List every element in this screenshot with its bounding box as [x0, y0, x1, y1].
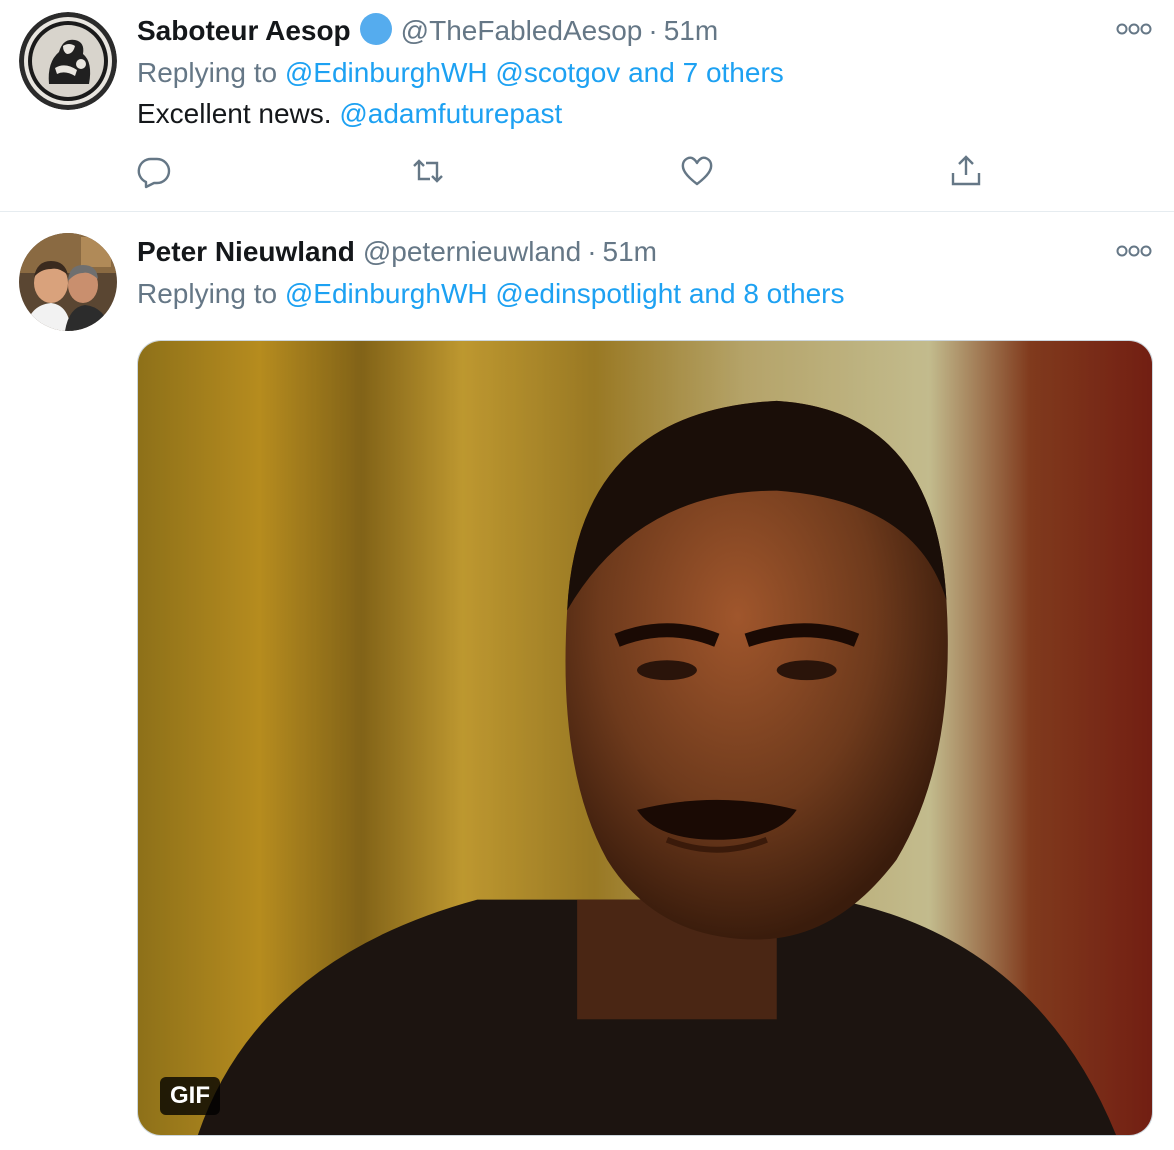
replying-to: Replying to @EdinburghWH @scotgov and 7 …: [137, 55, 784, 91]
retweet-icon[interactable]: [410, 153, 446, 189]
gif-badge: GIF: [160, 1077, 220, 1115]
reply-icon[interactable]: [136, 153, 172, 189]
timestamp[interactable]: 51m: [664, 15, 718, 46]
others-link[interactable]: and 7 others: [628, 57, 784, 88]
mention-link[interactable]: @scotgov: [495, 57, 620, 88]
tweet-header: Peter Nieuwland @peternieuwland · 51m: [137, 234, 657, 270]
author-name[interactable]: Peter Nieuwland: [137, 236, 355, 267]
avatar[interactable]: [19, 12, 117, 110]
tweet-text-plain: Excellent news.: [137, 98, 332, 129]
mention-link[interactable]: @EdinburghWH: [285, 278, 488, 309]
timestamp[interactable]: 51m: [603, 236, 657, 267]
mention-link[interactable]: @adamfuturepast: [339, 98, 562, 129]
replying-to-label: Replying to: [137, 57, 278, 88]
tweet[interactable]: Saboteur Aesop @TheFabledAesop · 51m Replyi…: [0, 0, 1174, 212]
mention-link[interactable]: @EdinburghWH: [285, 57, 488, 88]
two-men-photo-avatar-icon: [19, 233, 117, 331]
share-icon[interactable]: [948, 153, 984, 189]
more-options-icon[interactable]: [1116, 22, 1152, 36]
separator-dot: ·: [587, 236, 597, 267]
man-portrait-gif-icon: [138, 341, 1152, 1135]
author-name[interactable]: Saboteur Aesop: [137, 15, 351, 46]
like-icon[interactable]: [679, 153, 715, 189]
author-handle[interactable]: @peternieuwland: [363, 236, 581, 267]
tweet-header: Saboteur Aesop @TheFabledAesop · 51m: [137, 12, 718, 48]
replying-to: Replying to @EdinburghWH @edinspotlight …: [137, 276, 845, 312]
aesop-vase-avatar-icon: [19, 12, 117, 110]
verified-badge-icon: [359, 13, 392, 45]
replying-to-label: Replying to: [137, 278, 278, 309]
gif-media[interactable]: GIF: [137, 340, 1153, 1136]
tweet-text: Excellent news. @adamfuturepast: [137, 96, 562, 132]
tweet[interactable]: Peter Nieuwland @peternieuwland · 51m Reply…: [0, 212, 1174, 1150]
others-link[interactable]: and 8 others: [689, 278, 845, 309]
mention-link[interactable]: @edinspotlight: [495, 278, 681, 309]
more-options-icon[interactable]: [1116, 244, 1152, 258]
author-handle[interactable]: @TheFabledAesop: [401, 15, 643, 46]
avatar[interactable]: [19, 233, 117, 331]
separator-dot: ·: [648, 15, 658, 46]
